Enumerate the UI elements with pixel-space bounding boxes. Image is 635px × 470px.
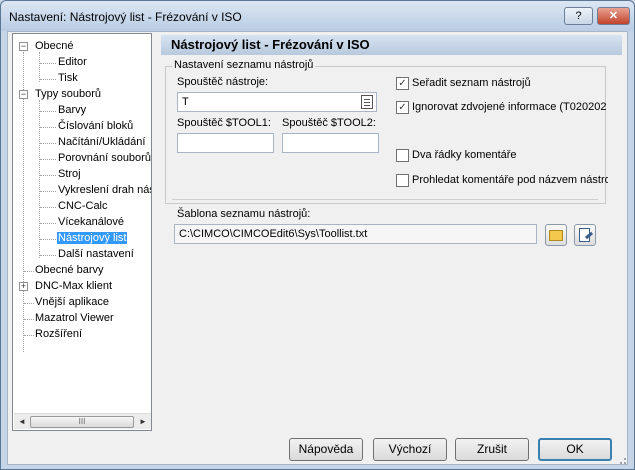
- browse-folder-button[interactable]: [545, 224, 567, 246]
- tree-item-dnc-max-klient[interactable]: DNC-Max klient: [35, 280, 112, 293]
- tree-item-stroj[interactable]: Stroj: [58, 168, 81, 181]
- expander-typy-souboru[interactable]: −: [19, 90, 28, 99]
- template-label: Šablona seznamu nástrojů:: [177, 208, 311, 220]
- settings-tree[interactable]: − Obecné Editor Tisk − Typy souborů Barv…: [12, 33, 152, 431]
- search-comments-label: Prohledat komentáře pod názvem nástroje: [412, 174, 608, 186]
- search-comments-checkbox[interactable]: [396, 174, 409, 187]
- list-icon[interactable]: [361, 95, 373, 109]
- tree-item-typy-souboru[interactable]: Typy souborů: [35, 88, 101, 101]
- template-path-input[interactable]: C:\CIMCO\CIMCOEdit6\Sys\Toollist.txt: [174, 224, 537, 244]
- tree-item-vykresleni-drah[interactable]: Vykreslení drah nástroje: [58, 184, 151, 197]
- tree-item-vicekanalove[interactable]: Vícekanálové: [58, 216, 124, 229]
- help-title-button[interactable]: ?: [564, 7, 593, 25]
- sort-checkbox[interactable]: ✓: [396, 77, 409, 90]
- tree-item-nastrojovy-list[interactable]: Nástrojový list: [57, 232, 128, 245]
- tool2-label: Spouštěč $TOOL2:: [282, 117, 376, 129]
- ignore-duplicates-label: Ignorovat zdvojené informace (T020202 = …: [412, 101, 608, 113]
- two-rows-label: Dva řádky komentáře: [412, 149, 517, 161]
- tree-item-obecne[interactable]: Obecné: [35, 40, 74, 53]
- tree-item-mazatrol-viewer[interactable]: Mazatrol Viewer: [35, 312, 114, 325]
- tool1-label: Spouštěč $TOOL1:: [177, 117, 271, 129]
- help-button[interactable]: Nápověda: [289, 438, 363, 461]
- tree-item-obecne-barvy[interactable]: Obecné barvy: [35, 264, 103, 277]
- tree-line: [39, 52, 40, 82]
- cancel-button[interactable]: Zrušit: [455, 438, 529, 461]
- defaults-button[interactable]: Výchozí: [373, 438, 447, 461]
- expander-dnc-max[interactable]: +: [19, 282, 28, 291]
- group-title: Nastavení seznamu nástrojů: [172, 59, 316, 71]
- sort-label: Seřadit seznam nástrojů: [412, 77, 531, 89]
- scroll-thumb[interactable]: III: [30, 416, 134, 428]
- ignore-duplicates-checkbox[interactable]: ✓: [396, 101, 409, 114]
- edit-template-button[interactable]: [574, 224, 596, 246]
- scroll-right-icon[interactable]: ►: [139, 417, 147, 426]
- tool2-input[interactable]: [282, 133, 379, 153]
- tree-item-cislovani-bloku[interactable]: Číslování bloků: [58, 120, 133, 133]
- tool-trigger-input[interactable]: T: [177, 92, 377, 112]
- tree-item-barvy[interactable]: Barvy: [58, 104, 86, 117]
- tree-item-rozsireni[interactable]: Rozšíření: [35, 328, 82, 341]
- tree-item-tisk[interactable]: Tisk: [58, 72, 78, 85]
- title-bar[interactable]: Nastavení: Nástrojový list - Frézování v…: [1, 1, 634, 31]
- tree-item-editor[interactable]: Editor: [58, 56, 87, 69]
- expander-obecne[interactable]: −: [19, 42, 28, 51]
- panel-title: Nástrojový list - Frézování v ISO: [161, 35, 622, 55]
- window-title: Nastavení: Nástrojový list - Frézování v…: [9, 10, 242, 24]
- folder-icon: [549, 230, 563, 241]
- tree-horizontal-scrollbar[interactable]: ◄ III ►: [14, 413, 151, 429]
- tree-item-cnc-calc[interactable]: CNC-Calc: [58, 200, 108, 213]
- tree-item-nacitani-ukladani[interactable]: Načítání/Ukládání: [58, 136, 145, 149]
- ok-button[interactable]: OK: [538, 438, 612, 461]
- tree-item-porovnani-souboru[interactable]: Porovnání souborů: [58, 152, 151, 165]
- tool1-input[interactable]: [177, 133, 274, 153]
- two-rows-checkbox[interactable]: [396, 149, 409, 162]
- tree-item-dalsi-nastaveni[interactable]: Další nastavení: [58, 248, 134, 261]
- scroll-left-icon[interactable]: ◄: [18, 417, 26, 426]
- tree-item-vnejsi-aplikace[interactable]: Vnější aplikace: [35, 296, 109, 309]
- close-button[interactable]: ✕: [597, 7, 630, 25]
- group-separator: [172, 199, 598, 200]
- tool-trigger-label: Spouštěč nástroje:: [177, 76, 269, 88]
- tree-line: [39, 100, 40, 258]
